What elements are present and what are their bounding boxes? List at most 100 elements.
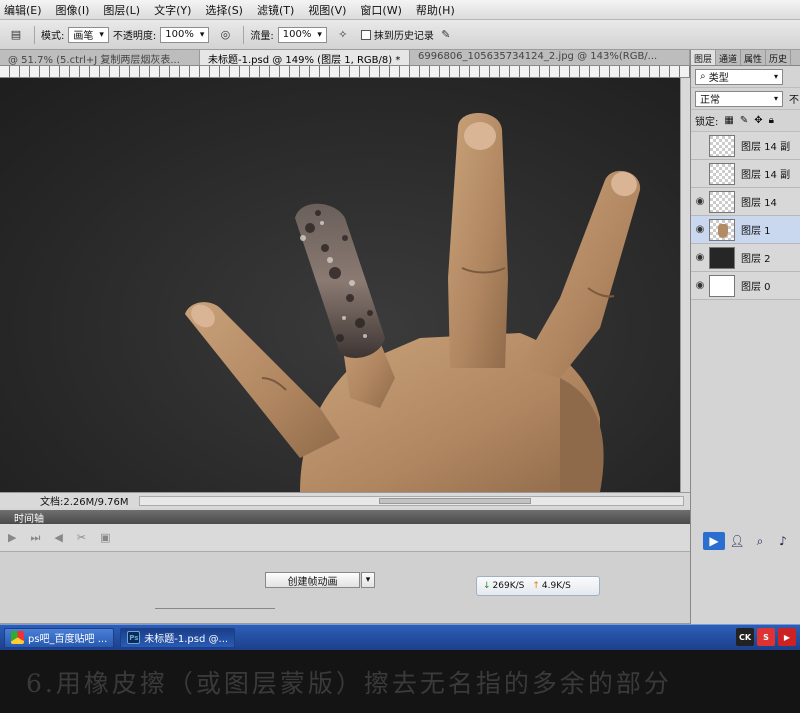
document-size: 文档:2.26M/9.76M	[40, 497, 129, 508]
blend-mode-select[interactable]: 正常 ▾	[695, 90, 783, 107]
step-forward-icon[interactable]: ⏭	[30, 531, 40, 545]
scroll-thumb[interactable]	[378, 497, 531, 504]
network-speed-widget: ↓ 269K/S ↑ 4.9K/S	[476, 576, 600, 596]
layer-row[interactable]: 图层 14 副	[691, 132, 800, 160]
timeline-zoom-slider[interactable]	[155, 608, 275, 616]
step-back-icon[interactable]: ◀	[54, 531, 62, 544]
horizontal-scrollbar[interactable]	[138, 495, 684, 506]
layer-thumbnail	[709, 162, 735, 185]
layer-thumbnail	[709, 218, 735, 241]
upload-speed: 4.9K/S	[541, 581, 571, 591]
horizontal-ruler	[0, 66, 690, 78]
tab-properties[interactable]: 属性	[741, 50, 767, 65]
document-tabs: @ 51.7% (5.ctrl+J 复制两层烟灰表... 未标题-1.psd @…	[0, 50, 690, 66]
tab-layers[interactable]: 图层	[691, 50, 717, 65]
taskbar-item-browser[interactable]: ps吧_百度贴吧 ...	[4, 627, 115, 648]
transition-icon[interactable]: ▣	[100, 531, 110, 544]
mode-label: 模式:	[41, 31, 65, 42]
task-label: 未标题-1.psd @...	[144, 634, 229, 645]
flow-input[interactable]: 100%	[277, 26, 327, 43]
menu-type[interactable]: 文字(Y)	[154, 2, 191, 18]
layer-row[interactable]: ◉ 图层 0	[691, 272, 800, 300]
pressure-size-icon[interactable]: ✎	[438, 27, 454, 43]
user-icon[interactable]: 👤︎	[726, 532, 748, 550]
scissors-icon[interactable]: ✂	[77, 531, 86, 544]
tray-ck-icon[interactable]: CK	[736, 628, 754, 646]
menu-edit[interactable]: 编辑(E)	[4, 2, 42, 18]
lock-all-icon[interactable]: 🔒︎	[769, 115, 774, 126]
mode-select[interactable]: 画笔	[68, 26, 109, 43]
timeline-panel: ▶ ⏭ ◀ ✂ ▣ 创建帧动画 ▾ ↓ 269K/S ↑ 4.9K/S	[0, 524, 690, 624]
blend-row: 正常 ▾ 不	[691, 88, 800, 110]
create-animation-button[interactable]: 创建帧动画	[265, 572, 360, 588]
download-arrow-icon: ↓	[483, 581, 491, 591]
tab-document-3[interactable]: 6996806_105635734124_2.jpg @ 143%(RGB/..…	[410, 50, 690, 65]
upload-arrow-icon: ↑	[532, 581, 540, 591]
chevron-down-icon[interactable]: ▾	[361, 572, 375, 588]
menu-select[interactable]: 选择(S)	[205, 2, 243, 18]
pressure-opacity-icon[interactable]: ◎	[217, 27, 233, 43]
divider	[34, 25, 35, 44]
menu-window[interactable]: 窗口(W)	[360, 2, 401, 18]
layer-name: 图层 14	[741, 198, 777, 209]
status-bar: 文档:2.26M/9.76M	[0, 492, 690, 508]
tab-channels[interactable]: 通道	[716, 50, 742, 65]
menu-view[interactable]: 视图(V)	[308, 2, 346, 18]
airbrush-icon[interactable]: ✧	[335, 27, 351, 43]
timeline-header[interactable]: 时间轴	[0, 510, 690, 525]
menu-filter[interactable]: 滤镜(T)	[257, 2, 294, 18]
layer-row[interactable]: ◉ 图层 14	[691, 188, 800, 216]
filter-row: ⌕ 类型 ▾	[691, 66, 800, 88]
opacity-label: 不	[789, 95, 799, 106]
opacity-input[interactable]: 100%	[160, 26, 210, 43]
taskbar-item-photoshop[interactable]: Ps 未标题-1.psd @...	[120, 627, 236, 648]
brush-preset-icon[interactable]: ▤	[8, 27, 24, 43]
lock-pixels-icon[interactable]: ✎	[740, 115, 748, 126]
chrome-icon	[11, 631, 24, 644]
eye-icon[interactable]: ◉	[691, 224, 709, 235]
chevron-down-icon: ▾	[773, 72, 778, 81]
play-icon[interactable]: ▶	[8, 531, 16, 544]
layer-row[interactable]: 图层 14 副	[691, 160, 800, 188]
layer-thumbnail	[709, 274, 735, 297]
search-icon: ⌕	[700, 71, 709, 82]
hand-image	[185, 112, 641, 492]
settings-icon[interactable]: ⚙	[795, 532, 800, 550]
eye-icon[interactable]: ◉	[691, 196, 709, 207]
tray-player-icon[interactable]: ▶	[778, 628, 796, 646]
erase-history-label: 抹到历史记录	[373, 31, 434, 42]
vertical-scrollbar[interactable]	[680, 78, 690, 492]
panel-tabs: 图层 通道 属性 历史	[691, 50, 800, 66]
mic-icon[interactable]: ♪	[772, 532, 794, 550]
task-label: ps吧_百度贴吧 ...	[28, 634, 108, 645]
lock-label: 锁定:	[695, 117, 719, 128]
lock-position-icon[interactable]: ✥	[754, 115, 762, 126]
erase-history-checkbox[interactable]	[360, 29, 371, 40]
play-circle-icon[interactable]: ▶	[703, 532, 725, 550]
layer-name: 图层 1	[741, 226, 771, 237]
tab-document-2[interactable]: 未标题-1.psd @ 149% (图层 1, RGB/8) *	[200, 50, 410, 65]
tab-history[interactable]: 历史	[766, 50, 792, 65]
eye-icon[interactable]: ◉	[691, 280, 709, 291]
menu-bar: 编辑(E) 图像(I) 图层(L) 文字(Y) 选择(S) 滤镜(T) 视图(V…	[0, 0, 800, 20]
lock-row: 锁定: ▦ ✎ ✥ 🔒︎	[691, 110, 800, 132]
system-tray: CK S ▶	[733, 628, 796, 646]
lock-transparent-icon[interactable]: ▦	[724, 115, 733, 126]
layer-row-selected[interactable]: ◉ 图层 1	[691, 216, 800, 244]
layer-name: 图层 2	[741, 254, 771, 265]
chevron-down-icon: ▾	[773, 94, 778, 103]
search-icon[interactable]: ⌕	[749, 532, 771, 550]
layer-filter-select[interactable]: ⌕ 类型 ▾	[695, 68, 783, 85]
menu-layer[interactable]: 图层(L)	[103, 2, 140, 18]
menu-help[interactable]: 帮助(H)	[416, 2, 455, 18]
layer-row[interactable]: ◉ 图层 2	[691, 244, 800, 272]
divider	[243, 25, 245, 44]
layers-panel: 图层 通道 属性 历史 ⌕ 类型 ▾ 正常 ▾ 不 锁定: ▦ ✎ ✥ 🔒︎ 图…	[690, 50, 800, 624]
document-canvas[interactable]	[0, 78, 680, 492]
tab-document-1[interactable]: @ 51.7% (5.ctrl+J 复制两层烟灰表...	[0, 50, 200, 65]
eye-icon[interactable]: ◉	[691, 252, 709, 263]
tray-security-icon[interactable]: S	[757, 628, 775, 646]
panel-bottom-icons: ▶ 👤︎ ⌕ ♪ ⚙	[703, 532, 800, 550]
menu-image[interactable]: 图像(I)	[56, 2, 90, 18]
opacity-label: 不透明度:	[112, 31, 157, 42]
